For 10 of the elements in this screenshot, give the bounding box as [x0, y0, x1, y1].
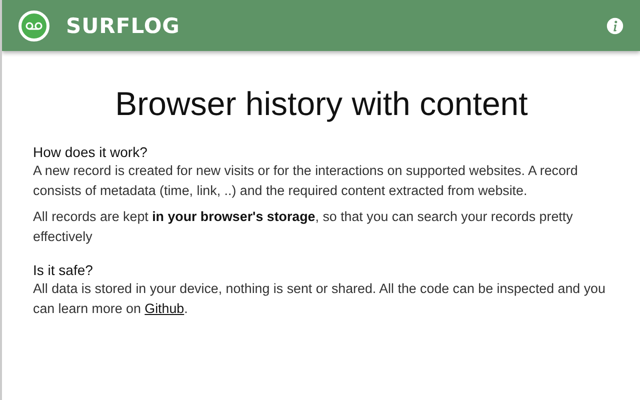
app-title: SURFLOG [66, 14, 180, 38]
github-link[interactable]: Github [144, 301, 184, 316]
paragraph: All records are kept in your browser's storage, so that you can search your records pretty effectively [33, 208, 574, 246]
page-heading: Browser history with content [114, 85, 529, 123]
section-heading: Is it safe? [33, 261, 94, 279]
paragraph: A new record is created for new visits or for the interactions on supported websites. A record consists of metadata (time, link, ..) and the required content extracted from website. [33, 162, 579, 200]
info-icon[interactable] [606, 16, 624, 34]
section-heading: How does it work? [33, 143, 148, 161]
paragraph: All data is stored in your device, nothing is sent or shared. All the code can be inspected and you can learn more on Github. [33, 280, 606, 318]
voicemail-icon [18, 10, 50, 42]
